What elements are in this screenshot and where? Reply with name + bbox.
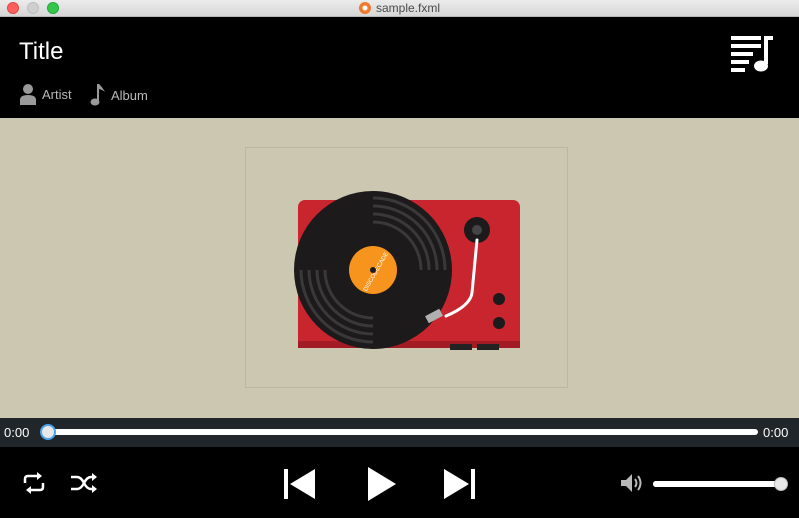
skip-previous-icon: [284, 469, 315, 499]
total-time: 0:00: [763, 425, 789, 440]
play-icon: [368, 467, 396, 501]
speaker-icon: [621, 474, 642, 492]
app-icon: [358, 2, 371, 14]
mute-button[interactable]: [620, 473, 644, 498]
shuffle-button[interactable]: [70, 473, 98, 498]
song-title: Title: [19, 38, 64, 65]
next-button[interactable]: [443, 468, 475, 505]
window-title: sample.fxml: [375, 1, 440, 15]
album-info: Album: [90, 83, 148, 107]
skip-next-icon: [444, 469, 475, 499]
song-header: Title Artist Album: [0, 17, 799, 118]
previous-button[interactable]: [284, 468, 316, 505]
current-time: 0:00: [4, 425, 30, 440]
playlist-icon: [731, 36, 773, 72]
person-icon: [20, 84, 36, 105]
music-note-icon: [90, 84, 105, 106]
play-button[interactable]: [367, 466, 397, 507]
volume-slider[interactable]: [653, 477, 788, 491]
seek-slider[interactable]: [40, 424, 758, 440]
shuffle-icon: [71, 473, 97, 493]
window-title-group: sample.fxml: [0, 0, 799, 16]
repeat-button[interactable]: [22, 472, 46, 499]
album-art-frame: DISCODECADE: [245, 147, 568, 388]
album-art-area: DISCODECADE: [0, 118, 799, 418]
repeat-icon: [23, 472, 45, 494]
artist-label: Artist: [42, 86, 72, 102]
title-bar: sample.fxml: [0, 0, 799, 17]
playback-controls: [0, 447, 799, 518]
album-label: Album: [111, 87, 148, 103]
artist-info: Artist: [19, 83, 72, 105]
volume-knob[interactable]: [774, 477, 788, 491]
progress-bar: 0:00 0:00: [0, 418, 799, 447]
playlist-button[interactable]: [728, 34, 776, 74]
app-window: sample.fxml Title Artist Album DISCODECA…: [0, 0, 799, 518]
seek-knob[interactable]: [40, 424, 56, 440]
volume-fill: [653, 481, 781, 487]
turntable-illustration: DISCODECADE: [294, 191, 520, 350]
